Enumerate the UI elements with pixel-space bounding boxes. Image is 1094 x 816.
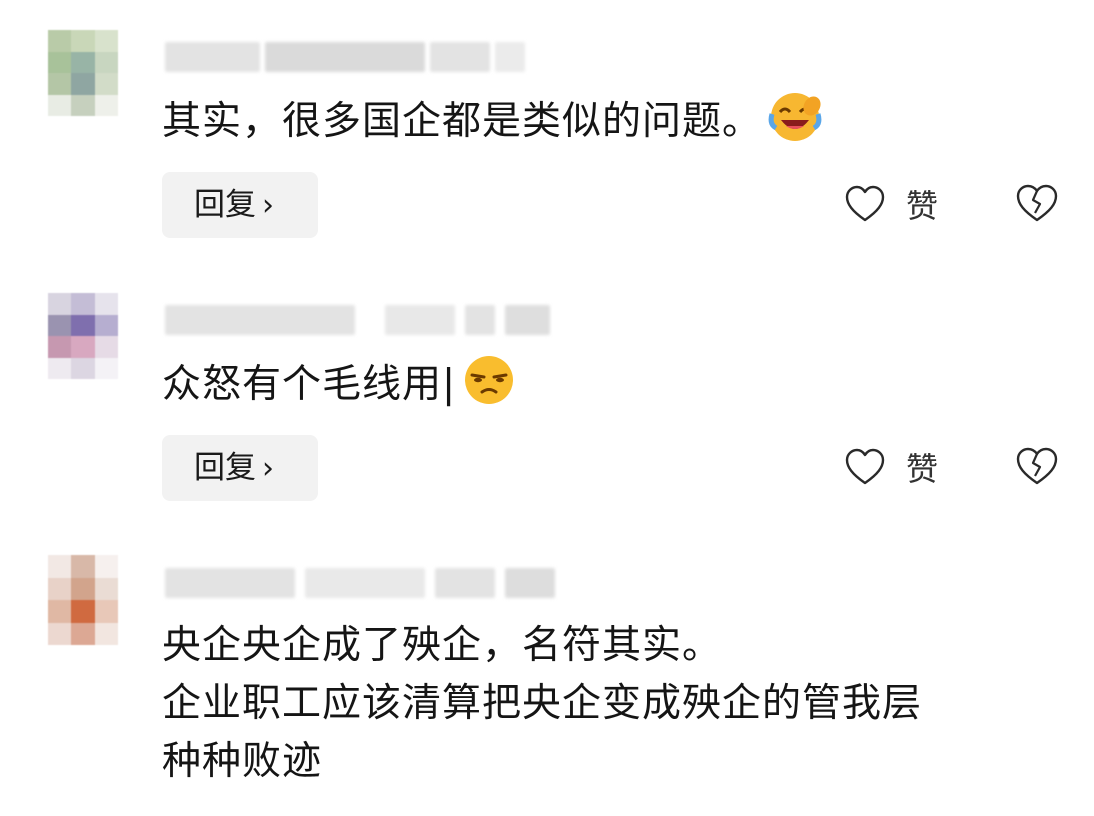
dislike-button[interactable]: [1015, 183, 1059, 223]
comment-text-line: 其实，很多国企都是类似的问题。: [162, 99, 763, 144]
heart-outline-icon: [845, 448, 885, 485]
reply-button[interactable]: 回复 ›: [162, 435, 318, 501]
comment-text: 众怒有个毛线用|: [162, 353, 516, 414]
comment-text-line: 央企央企成了殃企，名符其实。: [162, 623, 723, 668]
avatar[interactable]: [48, 30, 118, 116]
avatar[interactable]: [48, 555, 118, 645]
chevron-right-icon: ›: [262, 188, 274, 223]
chevron-right-icon: ›: [262, 451, 274, 486]
comment-text: 其实，很多国企都是类似的问题。: [162, 90, 822, 151]
like-label: 赞: [906, 187, 939, 225]
comment-text-line: 种种败迹: [162, 739, 323, 784]
username-blurred[interactable]: [165, 42, 535, 72]
reply-button[interactable]: 回复 ›: [162, 172, 318, 238]
username-blurred[interactable]: [165, 568, 585, 598]
like-button[interactable]: 赞: [844, 445, 938, 489]
username-blurred[interactable]: [165, 305, 555, 335]
comment-text-line: 企业职工应该清算把央企变成殃企的管我层: [162, 681, 923, 726]
dislike-button[interactable]: [1015, 446, 1059, 486]
avatar[interactable]: [48, 293, 118, 379]
heart-outline-icon: [845, 185, 885, 222]
reply-label: 回复: [194, 450, 256, 486]
reply-label: 回复: [194, 187, 256, 223]
broken-heart-icon: [1016, 184, 1058, 222]
comment-text-line: 众怒有个毛线用|: [162, 362, 457, 407]
laughing-crying-emoji: [768, 90, 822, 144]
broken-heart-icon: [1016, 447, 1058, 485]
like-button[interactable]: 赞: [844, 182, 938, 226]
annoyed-face-emoji: [462, 353, 516, 407]
comment-text: 央企央企成了殃企，名符其实。 企业职工应该清算把央企变成殃企的管我层 种种败迹: [162, 617, 922, 791]
like-label: 赞: [906, 450, 939, 488]
